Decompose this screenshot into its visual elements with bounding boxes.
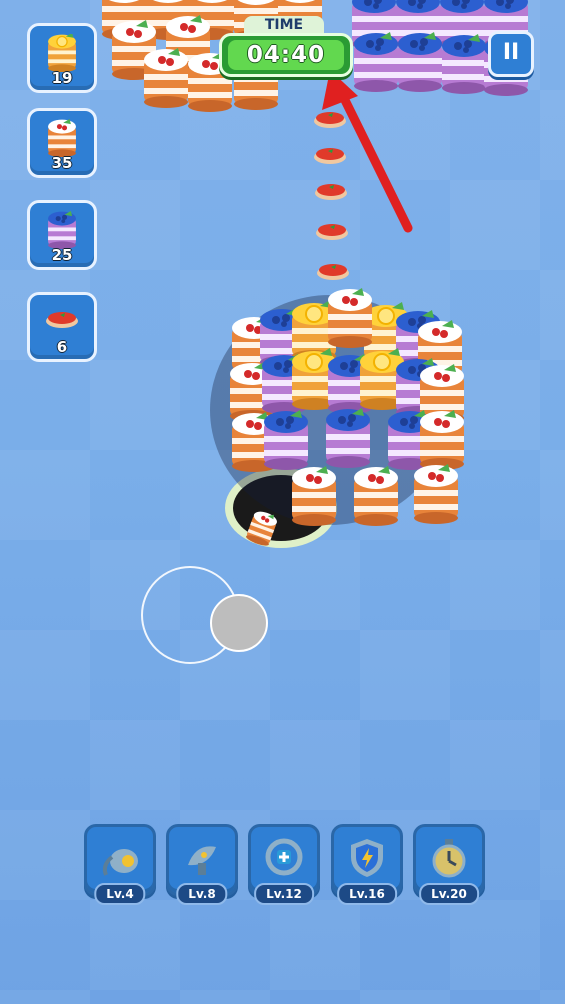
stopwatch-icon [432,839,466,878]
powerup-level: Lv.16 [337,883,397,905]
goal-count: 19 [51,69,73,87]
magnet-powerup-button[interactable]: Lv.12 [248,824,320,905]
clock-powerup-button[interactable]: Lv.20 [413,824,485,905]
cherry-cake-icon [48,119,76,157]
powerup-level: Lv.20 [419,883,479,905]
powerup-level: Lv.12 [254,883,314,905]
powerup-level: Lv.4 [94,883,146,905]
lemon-cake-icon [47,34,77,72]
joystick-knob[interactable] [210,594,268,652]
timer-value: 04:40 [228,40,344,70]
goal-card-tomato: 6 [27,292,97,362]
timer-label: TIME [244,16,324,34]
shield-powerup-button[interactable]: Lv.16 [331,824,403,905]
tomato-slice-icon [46,312,78,328]
goal-count: 35 [51,154,73,172]
goal-card-lemon: 19 [27,23,97,93]
radar-powerup-button[interactable]: Lv.8 [166,824,238,905]
timer-box: 04:40 [219,33,353,77]
powerup-level: Lv.8 [176,883,228,905]
blueberry-cake-icon [48,211,76,249]
satellite-dish-icon [188,846,216,875]
goal-card-cherry: 35 [27,108,97,178]
shield-lightning-icon [351,839,383,877]
goal-count: 6 [56,338,68,356]
vacuum-powerup-button[interactable]: Lv.4 [84,824,156,905]
tomato-trail [314,112,349,280]
goal-card-blueberry: 25 [27,200,97,270]
target-icon [265,838,303,876]
goal-count: 25 [51,246,73,264]
vacuum-icon [102,849,138,876]
pause-button[interactable]: II [488,31,534,77]
